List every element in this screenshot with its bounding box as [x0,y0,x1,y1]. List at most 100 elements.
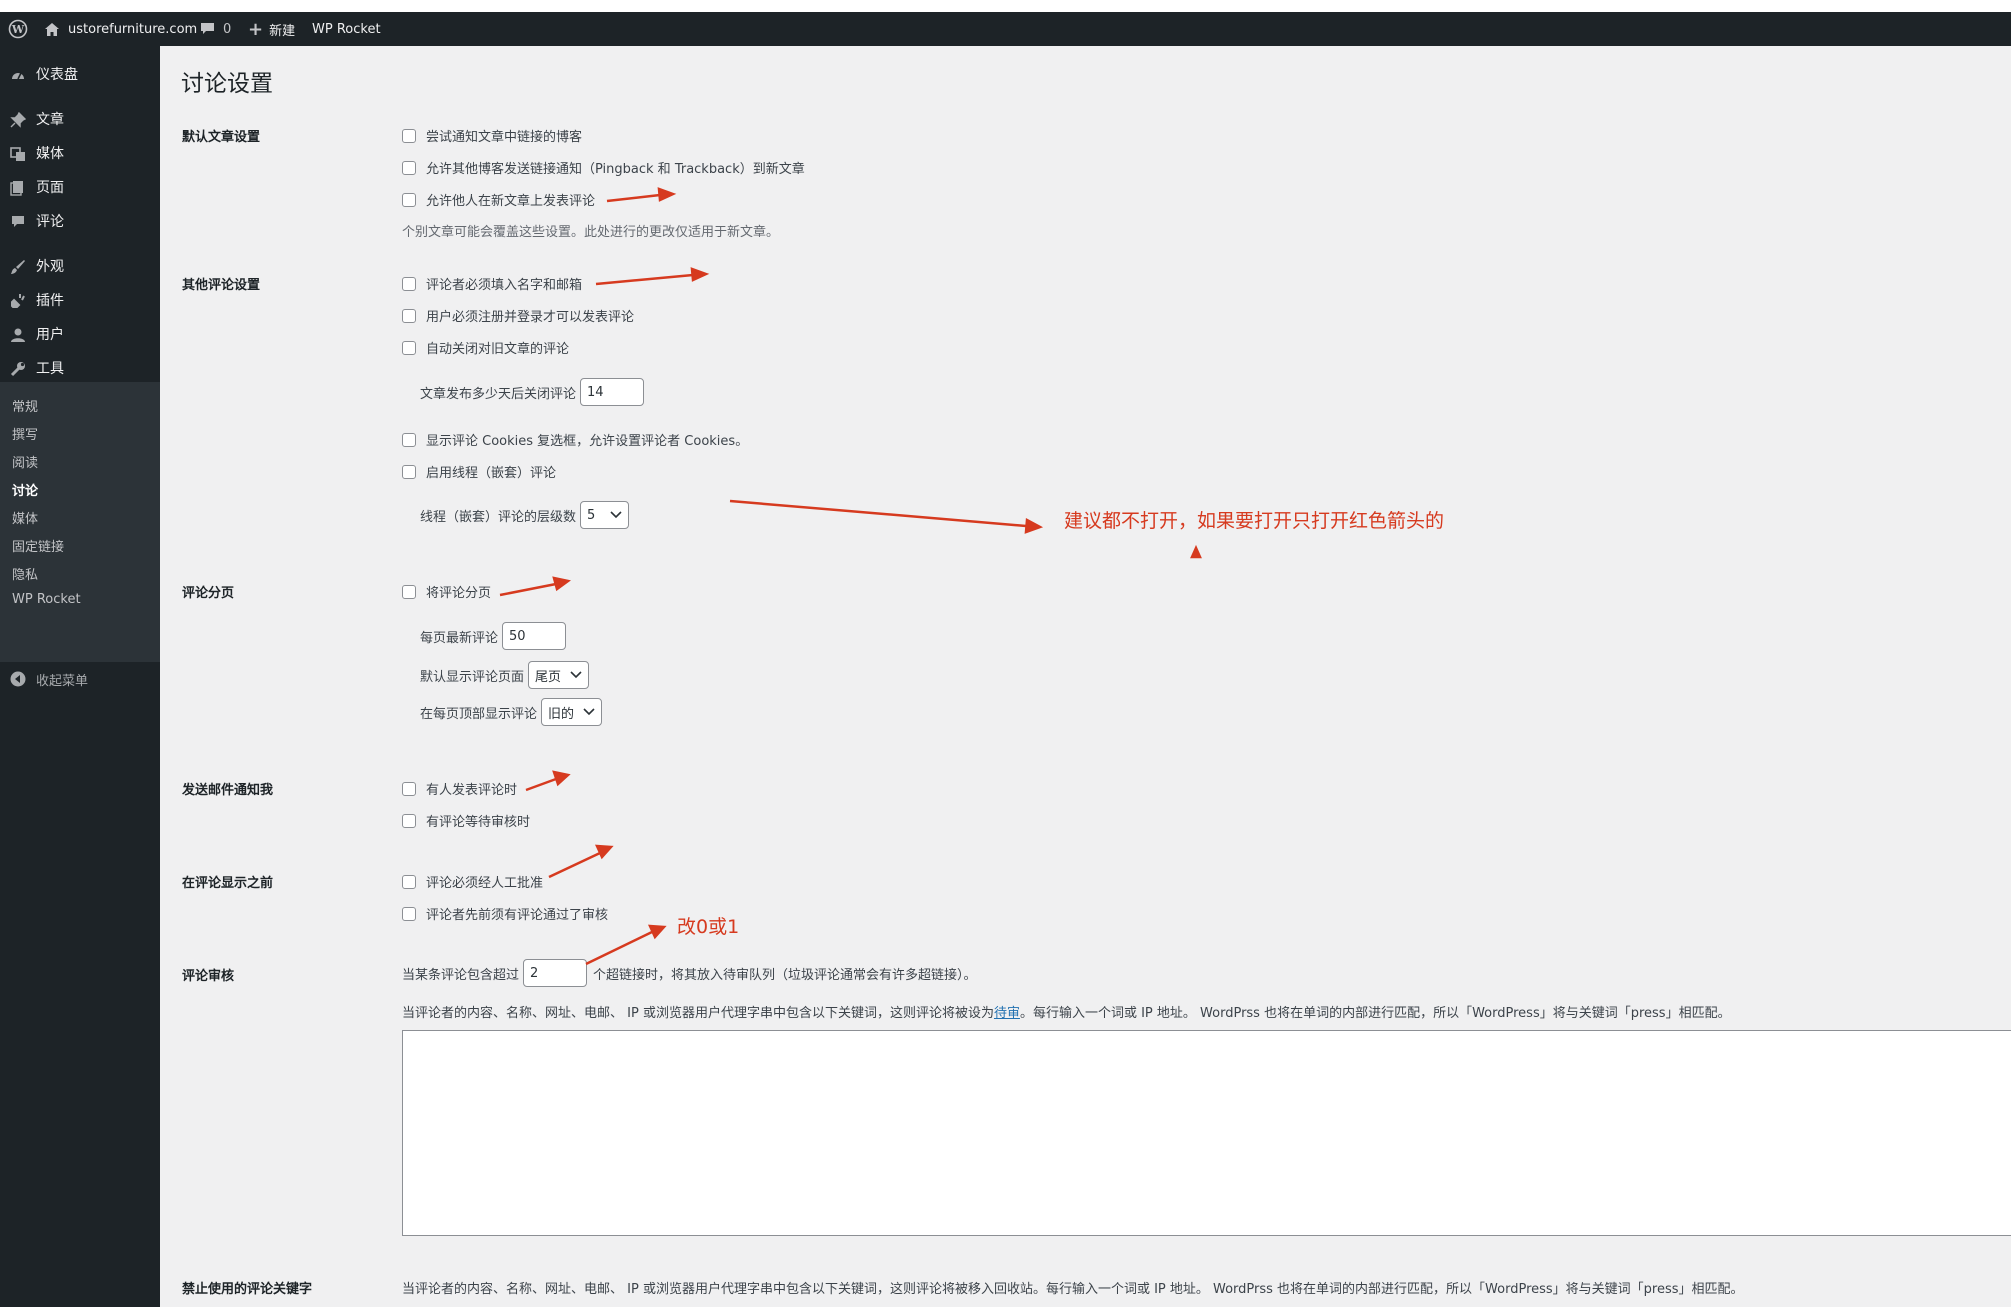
checkbox[interactable] [402,340,416,355]
option-label: 自动关闭对旧文章的评论 [426,342,570,357]
option-label: 显示评论 Cookies 复选框，允许设置评论者 Cookies。 [426,434,749,449]
max-links-input[interactable]: 2 [523,959,588,987]
close-days-label: 文章发布多少天后关闭评论 [420,386,577,402]
collapse-label: 收起菜单 [36,673,89,689]
checkbox[interactable] [402,813,416,828]
pin-icon [10,112,26,128]
comments-link[interactable]: 0 [200,12,231,46]
submenu-writing[interactable]: 撰写 [12,424,38,443]
checkbox[interactable] [402,276,416,291]
option-paginate-comments[interactable]: 将评论分页 [402,582,491,601]
svg-text:W: W [11,23,25,36]
chevron-down-icon [583,708,595,716]
thread-depth-select[interactable]: 5 [580,501,630,529]
wrench-icon [10,361,26,377]
default-article-hint: 个别文章可能会覆盖这些设置。此处进行的更改仅适用于新文章。 [402,225,780,240]
option-allow-comments[interactable]: 允许他人在新文章上发表评论 [402,190,595,209]
sidebar-item-label: 插件 [36,293,64,309]
default-page-label: 默认显示评论页面 [420,669,525,685]
comments-count: 0 [223,21,232,37]
option-attempt-notify[interactable]: 尝试通知文章中链接的博客 [402,126,582,145]
sidebar-item-comments[interactable]: 评论 [0,204,160,238]
option-email-on-moderation[interactable]: 有评论等待审核时 [402,811,530,830]
checkbox[interactable] [402,906,416,921]
submenu-permalinks[interactable]: 固定链接 [12,536,64,555]
per-page-row: 每页最新评论 50 [420,622,567,650]
option-manual-approval[interactable]: 评论必须经人工批准 [402,872,543,891]
checkbox[interactable] [402,160,416,175]
checkbox[interactable] [402,308,416,323]
comment-order-select[interactable]: 旧的 [541,698,603,726]
plus-icon: + [248,18,264,40]
option-allow-pingbacks[interactable]: 允许其他博客发送链接通知（Pingback 和 Trackback）到新文章 [402,158,805,177]
thread-depth-value: 5 [587,507,596,523]
sidebar-item-label: 页面 [36,180,64,196]
default-page-select[interactable]: 尾页 [528,661,590,689]
submenu-privacy[interactable]: 隐私 [12,564,38,583]
option-label: 允许他人在新文章上发表评论 [426,194,596,209]
home-icon [44,22,60,37]
checkbox[interactable] [402,464,416,479]
comment-order-value: 旧的 [548,706,575,722]
new-content-button[interactable]: + 新建 [248,12,295,46]
media-icon [10,146,26,162]
sidebar-item-posts[interactable]: 文章 [0,102,160,136]
submenu-discussion[interactable]: 讨论 [12,480,38,499]
option-previously-approved[interactable]: 评论者先前须有评论通过了审核 [402,904,608,923]
wp-rocket-menu[interactable]: WP Rocket [312,12,381,46]
checkbox[interactable] [402,584,416,599]
site-name: ustorefurniture.com [68,21,198,37]
section-label-default-article: 默认文章设置 [182,130,261,145]
page-title: 讨论设置 [181,71,273,97]
sidebar-item-appearance[interactable]: 外观 [0,249,160,283]
moderation-keys-textarea[interactable] [402,1030,2011,1236]
option-label: 用户必须注册并登录才可以发表评论 [426,310,635,325]
option-label: 允许其他博客发送链接通知（Pingback 和 Trackback）到新文章 [426,162,805,177]
default-page-row: 默认显示评论页面 尾页 [420,661,590,689]
checkbox[interactable] [402,781,416,796]
checkbox[interactable] [402,432,416,447]
option-close-old-comments[interactable]: 自动关闭对旧文章的评论 [402,338,569,357]
wp-rocket-label: WP Rocket [312,21,381,37]
submenu-general[interactable]: 常规 [12,396,38,415]
pending-link[interactable]: 待审 [994,1002,1020,1021]
section-label-disallowed: 禁止使用的评论关键字 [182,1282,313,1297]
sidebar-item-label: 媒体 [36,146,64,162]
checkbox[interactable] [402,192,416,207]
new-label: 新建 [269,23,296,39]
sidebar-item-pages[interactable]: 页面 [0,170,160,204]
comment-icon [10,214,26,230]
sidebar-item-tools[interactable]: 工具 [0,351,160,385]
submenu-wp-rocket[interactable]: WP Rocket [12,592,81,607]
wordpress-logo-icon[interactable]: W [8,12,28,46]
collapse-menu-button[interactable]: 收起菜单 [0,668,160,690]
checkbox[interactable] [402,128,416,143]
site-home-link[interactable]: ustorefurniture.com [44,12,197,46]
brush-icon [10,259,26,275]
thread-depth-row: 线程（嵌套）评论的层级数 5 [420,501,630,529]
sidebar-item-media[interactable]: 媒体 [0,136,160,170]
sidebar-item-plugins[interactable]: 插件 [0,283,160,317]
submenu-reading[interactable]: 阅读 [12,452,38,471]
option-show-cookies[interactable]: 显示评论 Cookies 复选框，允许设置评论者 Cookies。 [402,430,748,449]
option-label: 尝试通知文章中链接的博客 [426,130,583,145]
checkbox[interactable] [402,874,416,889]
option-email-on-comment[interactable]: 有人发表评论时 [402,779,517,798]
option-label: 启用线程（嵌套）评论 [426,466,557,481]
submenu-media[interactable]: 媒体 [12,508,38,527]
default-page-value: 尾页 [535,669,562,685]
sidebar-item-dashboard[interactable]: 仪表盘 [0,57,160,91]
option-threaded-comments[interactable]: 启用线程（嵌套）评论 [402,462,556,481]
option-require-name-email[interactable]: 评论者必须填入名字和邮箱 [402,274,582,293]
sidebar-item-users[interactable]: 用户 [0,317,160,351]
plugin-icon [10,293,26,309]
option-registration-required[interactable]: 用户必须注册并登录才可以发表评论 [402,306,634,325]
close-days-row: 文章发布多少天后关闭评论 14 [420,378,645,406]
option-label: 有评论等待审核时 [426,815,531,830]
admin-bar: W ustorefurniture.com 0 + 新建 WP Rocket [0,12,2011,46]
option-label: 评论必须经人工批准 [426,876,544,891]
page-icon [10,180,26,196]
close-days-input[interactable]: 14 [580,378,645,406]
per-page-input[interactable]: 50 [502,622,567,650]
section-label-moderation: 评论审核 [182,969,235,984]
